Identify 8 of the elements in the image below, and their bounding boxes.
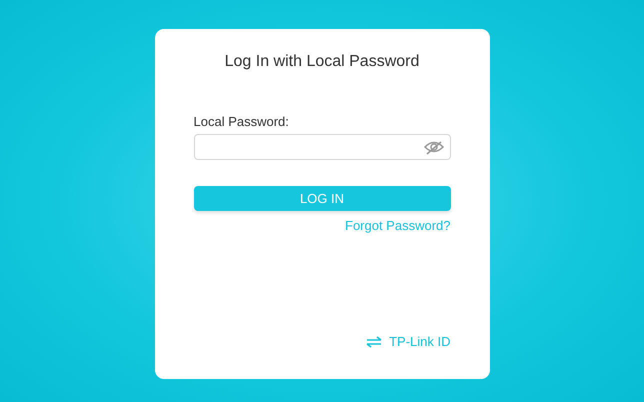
login-button[interactable]: LOG IN (194, 186, 450, 211)
eye-slash-icon[interactable] (424, 139, 444, 155)
password-field[interactable] (194, 134, 450, 160)
password-label: Local Password: (194, 114, 290, 129)
tp-link-id-link[interactable]: TP-Link ID (366, 334, 450, 349)
switch-arrows-icon (366, 336, 382, 348)
dialog-title: Log In with Local Password (224, 53, 420, 71)
forgot-password-link[interactable]: Forgot Password? (345, 218, 450, 233)
